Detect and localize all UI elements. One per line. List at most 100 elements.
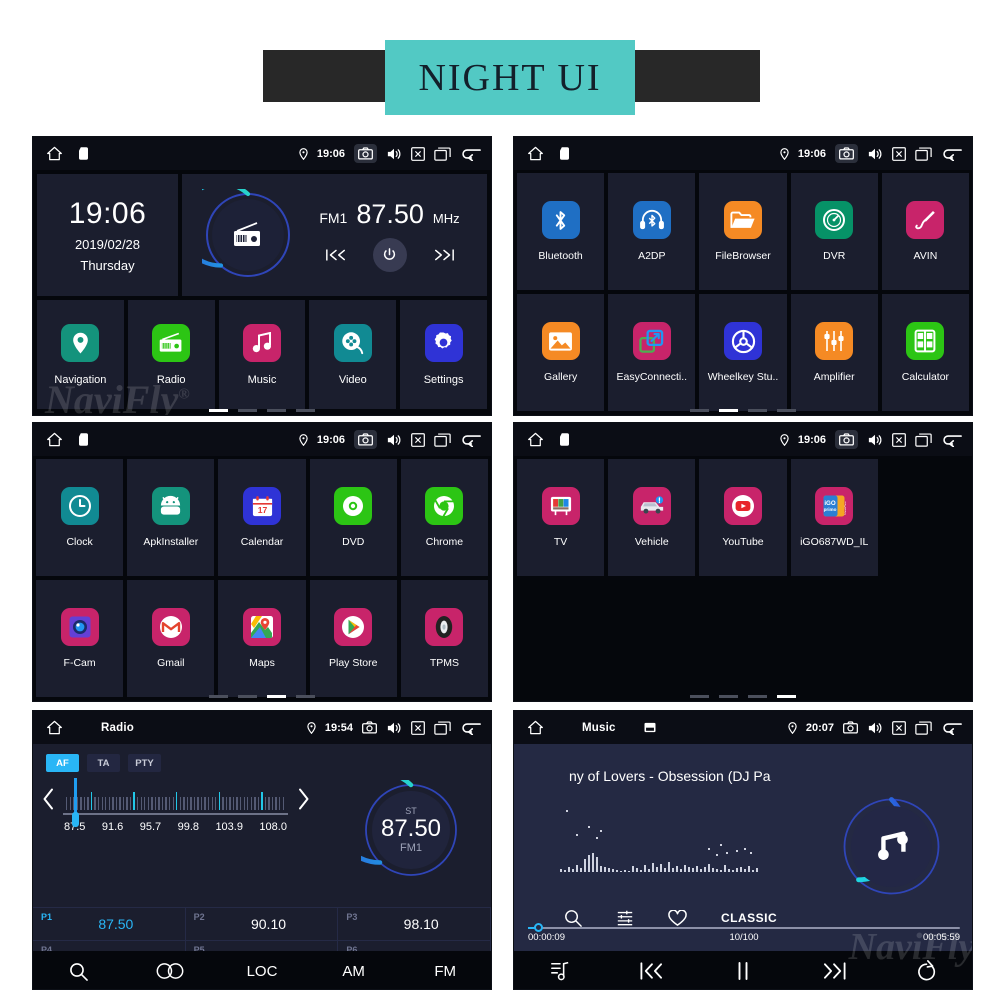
power-button[interactable] (372, 237, 407, 272)
page-dot[interactable] (690, 409, 709, 412)
progress-track[interactable] (528, 923, 960, 932)
camera-icon[interactable] (835, 144, 858, 163)
volume-icon[interactable] (386, 721, 402, 735)
preset-p1[interactable]: P1 87.50 (33, 907, 186, 940)
app-tile-vehicle[interactable]: Vehicle (608, 459, 696, 576)
heart-icon[interactable] (668, 909, 687, 927)
page-dot[interactable] (267, 695, 286, 698)
am-button[interactable]: AM (308, 963, 400, 980)
page-dot[interactable] (296, 695, 315, 698)
close-icon[interactable] (411, 720, 425, 735)
recents-icon[interactable] (915, 720, 932, 735)
page-dot[interactable] (267, 409, 286, 412)
recents-icon[interactable] (434, 146, 451, 161)
close-icon[interactable] (411, 432, 425, 447)
recents-icon[interactable] (434, 720, 451, 735)
page-dot[interactable] (777, 409, 796, 412)
loc-button[interactable]: LOC (216, 963, 308, 980)
page-dot[interactable] (690, 695, 709, 698)
pause-button[interactable] (697, 961, 789, 981)
close-icon[interactable] (892, 720, 906, 735)
recents-icon[interactable] (915, 432, 932, 447)
app-tile-tpms[interactable]: TPMS (400, 580, 489, 697)
af-button[interactable]: AF (46, 754, 79, 772)
app-tile-clock[interactable]: Clock (36, 459, 124, 576)
preset-p2[interactable]: P2 90.10 (185, 907, 339, 940)
back-icon[interactable] (941, 721, 962, 735)
back-icon[interactable] (460, 433, 481, 447)
page-dot[interactable] (719, 695, 738, 698)
eq-preset-label[interactable]: CLASSIC (721, 911, 777, 925)
volume-icon[interactable] (386, 433, 402, 447)
frequency-scale[interactable]: 87.5 91.6 95.7 99.8 103.9 108.0 (63, 776, 288, 833)
equalizer-icon[interactable] (616, 909, 634, 927)
previous-button[interactable] (606, 961, 698, 981)
tuning-knob[interactable] (72, 812, 79, 827)
tune-up-button[interactable] (288, 776, 318, 822)
app-tile-radio[interactable]: Radio (127, 300, 215, 409)
back-icon[interactable] (460, 147, 481, 161)
app-tile-bluetooth[interactable]: Bluetooth (517, 173, 605, 290)
volume-icon[interactable] (867, 721, 883, 735)
close-icon[interactable] (411, 146, 425, 161)
recents-icon[interactable] (915, 146, 932, 161)
camera-icon[interactable] (362, 721, 377, 734)
back-icon[interactable] (460, 721, 481, 735)
home-icon[interactable] (527, 432, 544, 447)
tune-down-button[interactable] (33, 776, 63, 822)
back-icon[interactable] (941, 433, 962, 447)
page-dot[interactable] (209, 695, 228, 698)
app-tile-easyconnected[interactable]: EasyConnecti.. (608, 294, 696, 411)
volume-icon[interactable] (867, 433, 883, 447)
close-icon[interactable] (892, 146, 906, 161)
app-tile-maps[interactable]: Maps (218, 580, 306, 697)
page-dot[interactable] (777, 695, 796, 698)
page-dot[interactable] (238, 409, 257, 412)
fm-button[interactable]: FM (399, 963, 491, 980)
volume-icon[interactable] (386, 147, 402, 161)
recents-icon[interactable] (434, 432, 451, 447)
app-tile-playstore[interactable]: Play Store (309, 580, 397, 697)
pty-button[interactable]: PTY (128, 754, 161, 772)
app-tile-youtube[interactable]: YouTube (699, 459, 787, 576)
page-dot[interactable] (748, 409, 767, 412)
progress-knob[interactable] (534, 923, 543, 932)
app-tile-avin[interactable]: AVIN (881, 173, 970, 290)
app-tile-gmail[interactable]: Gmail (127, 580, 215, 697)
app-tile-igo[interactable]: iGO primo NextGen iGO687WD_IL (790, 459, 878, 576)
app-tile-calculator[interactable]: Calculator (881, 294, 970, 411)
app-tile-dvd[interactable]: DVD (309, 459, 397, 576)
app-tile-wheelkey[interactable]: Wheelkey Stu.. (699, 294, 787, 411)
app-tile-navigation[interactable]: Navigation (37, 300, 124, 409)
search-button[interactable] (33, 962, 125, 981)
close-icon[interactable] (892, 432, 906, 447)
app-tile-apkinstaller[interactable]: ApkInstaller (127, 459, 215, 576)
next-icon[interactable] (433, 247, 455, 263)
app-tile-a2dp[interactable]: A2DP (608, 173, 696, 290)
ta-button[interactable]: TA (87, 754, 120, 772)
search-icon[interactable] (564, 909, 582, 927)
radio-widget[interactable]: FM1 87.50 MHz (182, 174, 487, 296)
page-dot[interactable] (748, 695, 767, 698)
app-tile-dvr[interactable]: DVR (790, 173, 878, 290)
home-icon[interactable] (527, 720, 544, 735)
page-dot[interactable] (209, 409, 228, 412)
repeat-button[interactable] (880, 960, 972, 982)
app-tile-filebrowser[interactable]: FileBrowser (699, 173, 787, 290)
app-tile-music[interactable]: Music (218, 300, 306, 409)
playlist-button[interactable] (514, 960, 606, 982)
page-dot[interactable] (719, 409, 738, 412)
camera-icon[interactable] (843, 721, 858, 734)
camera-icon[interactable] (354, 430, 377, 449)
app-tile-amplifier[interactable]: Amplifier (790, 294, 878, 411)
camera-icon[interactable] (835, 430, 858, 449)
home-icon[interactable] (46, 720, 63, 735)
home-icon[interactable] (46, 146, 63, 161)
app-tile-video[interactable]: Video (309, 300, 397, 409)
app-tile-chrome[interactable]: Chrome (400, 459, 489, 576)
app-tile-fcam[interactable]: F-Cam (36, 580, 124, 697)
preset-p3[interactable]: P3 98.10 (338, 907, 491, 940)
playback-progress[interactable]: 00:00:09 10/100 00:05:59 (528, 923, 960, 943)
previous-icon[interactable] (325, 247, 347, 263)
clock-widget[interactable]: 19:06 2019/02/28 Thursday (37, 174, 178, 296)
